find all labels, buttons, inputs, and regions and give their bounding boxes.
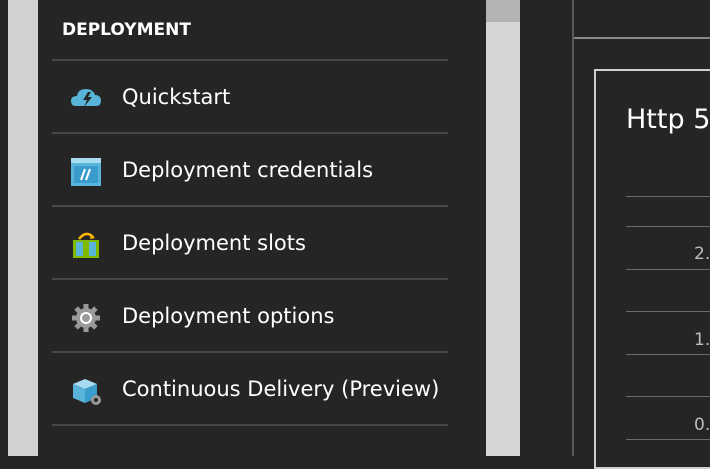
menu-item-deployment-options[interactable]: Deployment options bbox=[52, 278, 448, 351]
right-blade-divider bbox=[572, 0, 574, 456]
chart-title: Http 5x bbox=[626, 104, 710, 135]
menu-item-deployment-slots[interactable]: Deployment slots bbox=[52, 205, 448, 278]
scrollbar-track[interactable] bbox=[486, 0, 520, 456]
right-blade-header-line bbox=[574, 37, 710, 39]
menu-label-deployment-slots: Deployment slots bbox=[122, 231, 306, 255]
menu-label-deployment-options: Deployment options bbox=[122, 304, 335, 328]
scrollbar-thumb[interactable] bbox=[486, 0, 520, 22]
menu-item-continuous-delivery[interactable]: Continuous Delivery (Preview) bbox=[52, 351, 448, 426]
menu-label-continuous-delivery: Continuous Delivery (Preview) bbox=[122, 377, 440, 401]
section-header-deployment: DEPLOYMENT bbox=[62, 20, 191, 40]
menu-label-quickstart: Quickstart bbox=[122, 85, 231, 109]
menu-label-deployment-credentials: Deployment credentials bbox=[122, 158, 374, 182]
chart-gridline bbox=[626, 226, 710, 227]
package-icon bbox=[73, 379, 101, 405]
left-panel-strip bbox=[8, 0, 38, 456]
chart-gridline bbox=[626, 396, 710, 397]
chart-gridline bbox=[626, 311, 710, 312]
chart-tick-label: 1. bbox=[694, 330, 710, 350]
credentials-window-icon bbox=[71, 158, 101, 186]
menu-item-deployment-credentials[interactable]: Deployment credentials bbox=[52, 132, 448, 205]
deployment-menu-list: Quickstart Deployment credentials Deploy… bbox=[52, 59, 448, 426]
slots-icon bbox=[73, 232, 99, 258]
chart-gridline bbox=[626, 354, 710, 355]
chart-gridline bbox=[626, 269, 710, 270]
chart-tick-label: 2. bbox=[694, 244, 710, 264]
chart-gridline bbox=[626, 196, 710, 197]
chart-gridline bbox=[626, 439, 710, 440]
gear-icon bbox=[72, 304, 100, 332]
cloud-bolt-icon bbox=[71, 89, 101, 107]
left-panel-edge bbox=[0, 0, 38, 456]
chart-tick-label: 0. bbox=[694, 415, 710, 435]
menu-item-quickstart[interactable]: Quickstart bbox=[52, 59, 448, 132]
